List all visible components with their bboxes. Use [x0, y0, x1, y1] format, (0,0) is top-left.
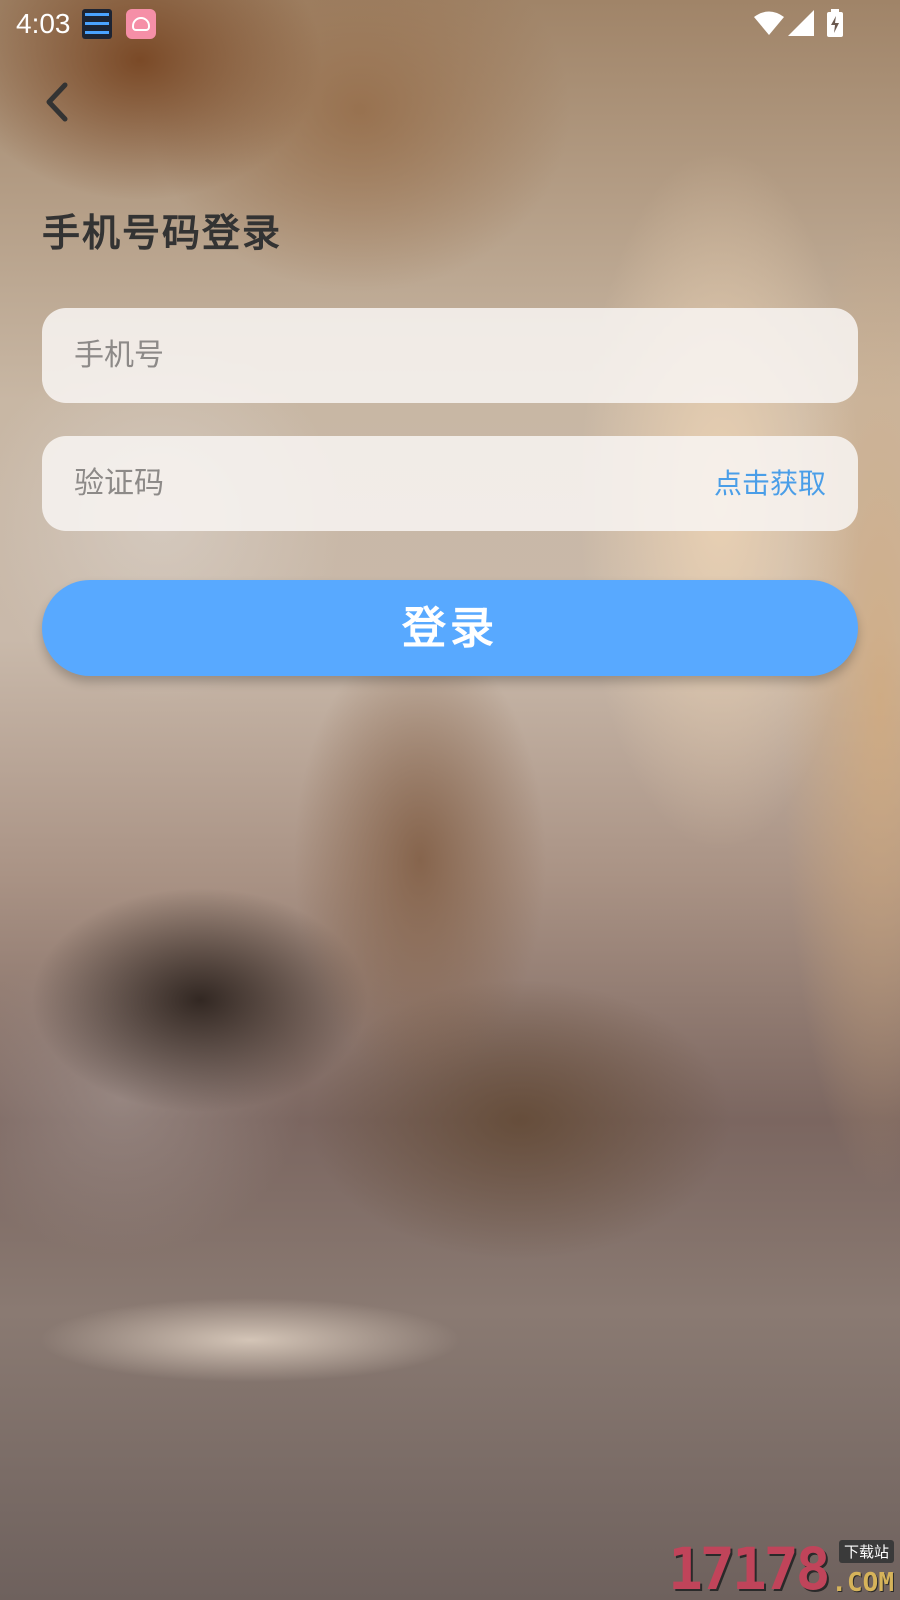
watermark-domain: .COM: [831, 1568, 894, 1598]
signal-icon: [788, 10, 814, 36]
status-time: 4:03: [16, 8, 71, 39]
wifi-icon: [754, 11, 784, 35]
watermark-tag: 下载站: [838, 1540, 894, 1563]
login-button[interactable]: 登录: [42, 580, 858, 676]
phone-field[interactable]: [42, 308, 858, 403]
verification-code-input[interactable]: [74, 436, 634, 531]
get-code-button[interactable]: 点击获取: [714, 436, 826, 531]
chevron-left-icon: [46, 82, 68, 122]
battery-charging-icon: [827, 9, 843, 37]
page-title: 手机号码登录: [42, 211, 283, 255]
phone-input[interactable]: [74, 308, 824, 403]
watermark-logo: 17178 下载站 .COM: [668, 1536, 894, 1600]
back-button[interactable]: [34, 80, 78, 124]
clock-widget-icon: [82, 9, 112, 39]
verification-code-field[interactable]: 点击获取: [42, 436, 858, 531]
watermark-digits: 17178: [668, 1535, 831, 1600]
status-bar: 4:03: [0, 0, 900, 48]
app-notification-icon: [126, 9, 156, 39]
